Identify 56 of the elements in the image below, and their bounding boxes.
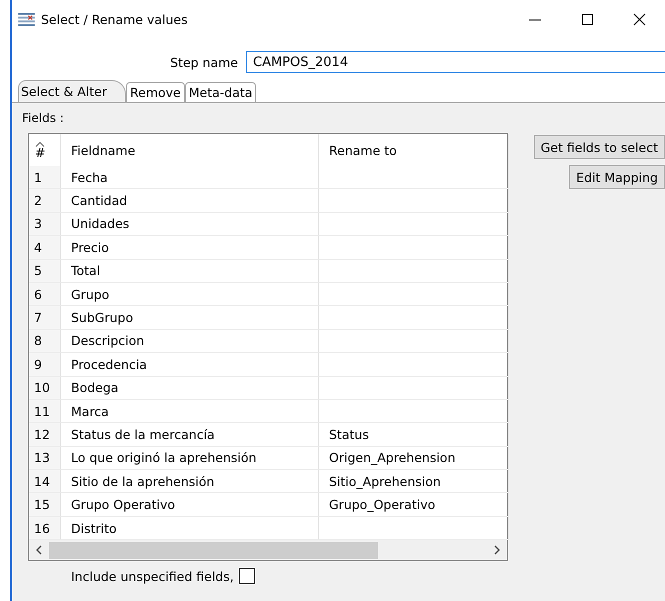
row-number: 3 <box>29 212 61 236</box>
table-cell: Grupo_Operativo <box>319 493 509 517</box>
window-title: Select / Rename values <box>41 12 189 26</box>
table-cell: Grupo Operativo <box>61 493 319 517</box>
horizontal-scrollbar[interactable] <box>29 540 507 560</box>
table-cell: Status <box>319 423 509 447</box>
table-cell: Procedencia <box>61 353 319 377</box>
table-cell: Cantidad <box>61 189 319 213</box>
scrollbar-thumb[interactable] <box>49 542 378 559</box>
table-cell: Sitio de la aprehensión <box>61 470 319 494</box>
app-icon <box>18 12 35 26</box>
table-cell: Unidades <box>61 212 319 236</box>
row-number: 13 <box>29 446 61 470</box>
include-unspecified-label: Include unspecified fields, <box>71 568 234 584</box>
table-cell: Lo que originó la aprehensión <box>61 446 319 470</box>
step-name-field[interactable]: CAMPOS_2014 <box>246 51 665 73</box>
column-header[interactable]: Rename to <box>319 134 509 166</box>
table-cell: Precio <box>61 236 319 260</box>
action-button[interactable]: Edit Mapping <box>569 165 665 189</box>
row-number: 10 <box>29 376 61 400</box>
scroll-left-icon[interactable] <box>35 545 43 556</box>
row-number: 11 <box>29 400 61 424</box>
table-cell: Origen_Aprehension <box>319 446 509 470</box>
table-cell: Descripcion <box>61 330 319 354</box>
row-number: 4 <box>29 236 61 260</box>
close-icon[interactable] <box>631 12 647 26</box>
tab[interactable]: Meta-data <box>184 82 256 102</box>
row-number: 8 <box>29 330 61 354</box>
row-number: 5 <box>29 260 61 283</box>
fields-label: Fields : <box>21 111 65 125</box>
maximize-icon[interactable] <box>579 12 595 26</box>
row-number: 2 <box>29 189 61 213</box>
table-cell: Total <box>61 260 319 283</box>
row-number: 7 <box>29 306 61 330</box>
action-button[interactable]: Get fields to select <box>534 135 665 159</box>
table-cell: Sitio_Aprehension <box>319 470 509 494</box>
column-header[interactable]: Fieldname <box>61 134 319 166</box>
table-cell: Bodega <box>61 376 319 400</box>
scroll-right-icon[interactable] <box>493 545 501 556</box>
table-cell: Grupo <box>61 282 319 306</box>
checkbox[interactable] <box>238 568 255 584</box>
tab[interactable]: Select & Alter <box>18 80 126 102</box>
row-number: 12 <box>29 423 61 447</box>
row-number: 1 <box>29 166 61 190</box>
row-number: 6 <box>29 282 61 306</box>
table-cell: Fecha <box>61 166 319 190</box>
table-cell: SubGrupo <box>61 306 319 330</box>
table-cell: Marca <box>61 400 319 424</box>
row-number: 14 <box>29 470 61 494</box>
sort-icon <box>35 140 46 147</box>
table-cell: Status de la mercancía <box>61 423 319 447</box>
row-number: 9 <box>29 353 61 377</box>
row-number: 16 <box>29 516 61 540</box>
step-name-label: Step name <box>169 54 239 70</box>
tab[interactable]: Remove <box>126 82 185 102</box>
row-number: 15 <box>29 493 61 517</box>
